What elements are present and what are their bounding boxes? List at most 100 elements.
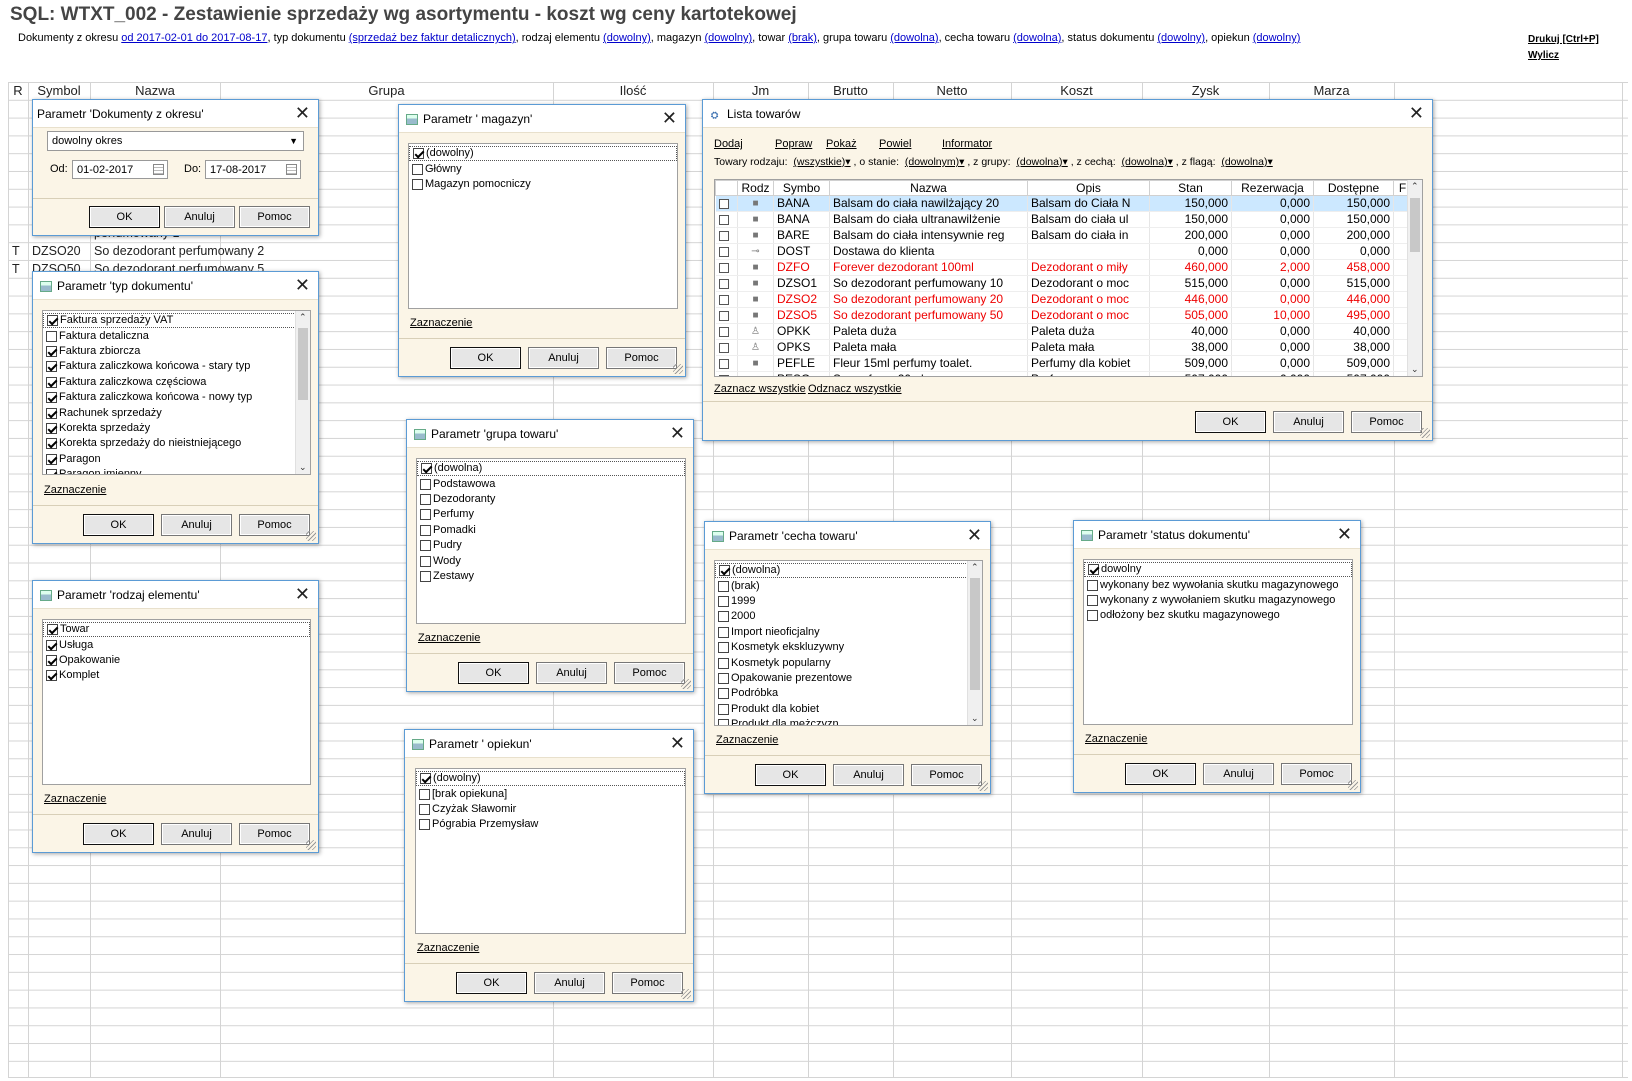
checkbox[interactable] [420, 555, 431, 567]
close-icon[interactable]: ✕ [670, 420, 685, 446]
list-item[interactable]: Faktura zaliczkowa końcowa - stary typ [43, 359, 310, 374]
checkbox[interactable] [46, 639, 57, 651]
filter-grupa[interactable]: (dowolna)▾ [1016, 156, 1067, 168]
row-checkbox-cell[interactable] [715, 307, 738, 324]
row-checkbox-cell[interactable] [715, 195, 738, 212]
checkbox[interactable] [718, 611, 729, 623]
checkbox[interactable] [718, 342, 729, 353]
checkbox[interactable] [47, 624, 58, 636]
scroll-up-icon[interactable]: ⌃ [971, 562, 979, 573]
resize-grip[interactable] [673, 364, 683, 374]
help-button[interactable]: Pomoc [911, 764, 982, 786]
table-header[interactable]: Stan [1149, 180, 1232, 196]
checkbox[interactable] [718, 198, 729, 209]
selection-link[interactable]: Zaznaczenie [44, 484, 106, 496]
resize-grip[interactable] [1348, 780, 1358, 790]
help-button[interactable]: Pomoc [239, 206, 310, 228]
checkbox[interactable] [1087, 610, 1098, 622]
table-header[interactable]: Opis [1027, 180, 1150, 196]
list-item[interactable]: Dezodoranty [417, 492, 685, 507]
resize-grip[interactable] [306, 840, 316, 850]
column-header[interactable]: Koszt [1011, 82, 1142, 99]
list-item[interactable]: Pudry [417, 538, 685, 553]
list-item[interactable]: Magazyn pomocniczy [409, 177, 677, 192]
checkbox[interactable] [421, 463, 432, 475]
list-item[interactable]: Korekta sprzedaży [43, 421, 310, 436]
list-item[interactable]: dowolny [1084, 562, 1352, 578]
row-checkbox-cell[interactable] [715, 211, 738, 228]
checkbox[interactable] [412, 163, 423, 175]
list-item[interactable]: (dowolny) [416, 771, 685, 787]
checkbox[interactable] [420, 524, 431, 536]
checkbox[interactable] [419, 803, 430, 815]
column-header[interactable]: Grupa [220, 82, 553, 99]
filter-stan[interactable]: (dowolnym)▾ [905, 156, 965, 168]
checkbox[interactable] [420, 493, 431, 505]
scroll-down-icon[interactable]: ⌄ [1411, 364, 1419, 375]
checkbox[interactable] [46, 438, 57, 450]
close-icon[interactable]: ✕ [1409, 100, 1424, 126]
row-checkbox-cell[interactable] [715, 227, 738, 244]
scrollbar[interactable]: ⌃ ⌄ [1407, 180, 1422, 376]
table-row[interactable]: ■ PEFLE Fleur 15ml perfumy toalet. Perfumy … [715, 355, 1412, 372]
filter-cecha[interactable]: (dowolna)▾ [1121, 156, 1172, 168]
table-row[interactable]: ■PESOSo perfumy 20mlPerfumy o mocny507,0… [715, 371, 1412, 376]
scroll-down-icon[interactable]: ⌄ [299, 462, 307, 473]
list-item[interactable]: Główny [409, 161, 677, 176]
close-icon[interactable]: ✕ [967, 522, 982, 548]
checkbox[interactable] [46, 670, 57, 682]
help-button[interactable]: Pomoc [1351, 411, 1422, 433]
checkbox[interactable] [46, 654, 57, 666]
close-icon[interactable]: ✕ [295, 581, 310, 607]
ok-button[interactable]: OK [450, 347, 521, 369]
criteria-link-status[interactable]: (dowolny) [1157, 32, 1205, 44]
list-item[interactable]: Faktura zbiorcza [43, 344, 310, 359]
list-item[interactable]: Pomadki [417, 523, 685, 538]
checkbox[interactable] [46, 422, 57, 434]
select-all-link[interactable]: Zaznacz wszystkie [714, 383, 806, 395]
list-item[interactable]: [brak opiekuna] [416, 786, 685, 801]
scroll-thumb[interactable] [970, 578, 980, 690]
ok-button[interactable]: OK [1125, 763, 1196, 785]
scroll-thumb[interactable] [1410, 198, 1420, 252]
scroll-thumb[interactable] [298, 328, 308, 400]
table-row[interactable]: ■ DZFO Forever dezodorant 100ml Dezodorant … [715, 259, 1412, 276]
checkbox[interactable] [718, 580, 729, 592]
table-row[interactable]: ♙ OPKS Paleta mała Paleta mała 38,000 0,000 38… [715, 339, 1412, 356]
ok-button[interactable]: OK [456, 972, 527, 994]
ok-button[interactable]: OK [83, 514, 154, 536]
list-item[interactable]: wykonany bez wywołania skutku magazynowe… [1084, 577, 1352, 592]
date-to-field[interactable]: 17-08-2017 [205, 160, 301, 179]
list-item[interactable]: (dowolny) [409, 146, 677, 162]
date-from-field[interactable]: 01-02-2017 [72, 160, 168, 179]
list-item[interactable]: Rachunek sprzedaży [43, 405, 310, 420]
row-checkbox-cell[interactable] [715, 339, 738, 356]
checkbox[interactable] [718, 374, 729, 376]
row-checkbox-cell[interactable] [715, 355, 738, 372]
resize-grip[interactable] [306, 531, 316, 541]
list-item[interactable]: Podróbka [715, 686, 982, 701]
scroll-up-icon[interactable]: ⌃ [299, 312, 307, 323]
checkbox[interactable] [419, 819, 430, 831]
criteria-link-rodzaj[interactable]: (dowolny) [603, 32, 651, 44]
checkbox[interactable] [46, 392, 57, 404]
table-row[interactable]: ■ BANA Balsam do ciała ultranawilżenie Bals… [715, 211, 1412, 228]
checkbox[interactable] [719, 565, 730, 577]
table-header[interactable]: Dostępne [1313, 180, 1394, 196]
selection-link[interactable]: Zaznaczenie [1085, 733, 1147, 745]
checkbox[interactable] [718, 719, 729, 725]
list-item[interactable]: Perfumy [417, 507, 685, 522]
table-row[interactable]: ⊸ DOST Dostawa do klienta 0,000 0,000 0,000 [715, 243, 1412, 260]
criteria-link-magazyn[interactable]: (dowolny) [704, 32, 752, 44]
column-header[interactable]: R [8, 82, 28, 99]
list-item[interactable]: Paragon [43, 452, 310, 467]
row-checkbox-cell[interactable] [715, 323, 738, 340]
checkbox[interactable] [46, 330, 57, 342]
list-item[interactable]: 1999 [715, 594, 982, 609]
column-header[interactable]: Jm [713, 82, 808, 99]
checkbox[interactable] [718, 262, 729, 273]
list-item[interactable]: Opakowanie prezentowe [715, 671, 982, 686]
list-item[interactable]: (dowolna) [715, 563, 982, 579]
add-button[interactable]: Dodaj [714, 138, 743, 150]
list-item[interactable]: Produkt dla kobiet [715, 702, 982, 717]
